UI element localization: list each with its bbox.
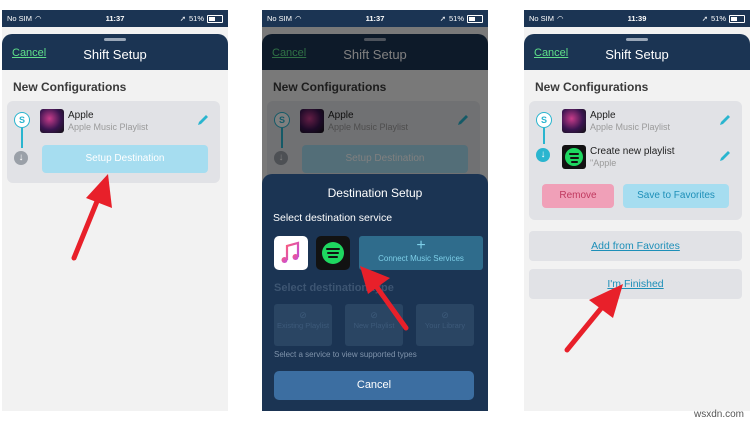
- battery-icon: [467, 14, 483, 23]
- save-to-favorites-button[interactable]: Save to Favorites: [623, 184, 729, 208]
- source-row[interactable]: S Apple Apple Music Playlist: [529, 107, 742, 137]
- apple-music-service-button[interactable]: [274, 236, 308, 270]
- setup-destination-button[interactable]: Setup Destination: [42, 145, 208, 173]
- arrow-down-step-icon: ↓: [536, 148, 550, 162]
- red-arrow-pointer: [71, 174, 112, 261]
- destination-subtitle: "Apple: [590, 158, 617, 168]
- dest-sheet-subtitle: Select destination service: [273, 212, 393, 224]
- type-icon: ⊘: [299, 310, 307, 320]
- configuration-card: S Apple Apple Music Playlist ↓ Create ne…: [529, 101, 742, 220]
- location-icon: ➚: [179, 14, 186, 23]
- playlist-artwork: [40, 109, 64, 133]
- dest-sheet-title: Destination Setup: [327, 186, 423, 200]
- sheet-grabber[interactable]: [104, 38, 126, 41]
- battery-percent: 51%: [188, 14, 204, 23]
- shift-step-icon: S: [536, 112, 552, 128]
- step-connector: [543, 128, 545, 144]
- red-arrow-pointer: [564, 284, 623, 353]
- edit-pencil-icon[interactable]: [718, 113, 732, 127]
- battery-percent: 51%: [448, 14, 464, 23]
- source-title: Apple: [68, 110, 94, 121]
- spotify-icon: [322, 242, 344, 264]
- service-hint: Select a service to view supported types: [274, 350, 417, 359]
- section-title: New Configurations: [13, 80, 127, 94]
- existing-playlist-button: ⊘ Existing Playlist: [274, 304, 332, 346]
- source-subtitle: Apple Music Playlist: [68, 122, 149, 132]
- spotify-artwork: [562, 145, 586, 169]
- page-title: Shift Setup: [605, 47, 669, 62]
- source-row[interactable]: S Apple Apple Music Playlist: [7, 107, 220, 137]
- page-title: Shift Setup: [83, 47, 147, 62]
- screen-destination-setup: No SIM◠ 11:37 ➚51% Cancel Shift Setup Ne…: [262, 10, 488, 411]
- type-label: Your Library: [424, 321, 466, 330]
- apple-music-icon: [281, 241, 300, 263]
- sheet-body: New Configurations S Apple Apple Music P…: [524, 70, 750, 411]
- edit-pencil-icon[interactable]: [718, 149, 732, 163]
- destination-title: Create new playlist: [590, 146, 675, 157]
- spotify-icon: [565, 148, 583, 166]
- source-title: Apple: [590, 110, 616, 121]
- section-title: New Configurations: [535, 80, 649, 94]
- screen-shift-setup-initial: No SIM ◠ 11:37 ➚ 51% Cancel Shift Setup Ne…: [2, 10, 228, 411]
- status-bar: No SIM ◠ 11:39 ➚ 51%: [524, 10, 750, 27]
- plus-icon: +: [416, 237, 426, 254]
- type-icon: ⊘: [441, 310, 449, 320]
- sheet-header: Cancel Shift Setup: [524, 34, 750, 70]
- shift-step-icon: S: [14, 112, 30, 128]
- playlist-artwork: [562, 109, 586, 133]
- arrow-down-step-icon: ↓: [14, 151, 28, 165]
- screen-shift-setup-configured: No SIM ◠ 11:39 ➚ 51% Cancel Shift Setup Ne…: [524, 10, 750, 411]
- battery-icon: [729, 14, 745, 23]
- location-icon: ➚: [701, 14, 708, 23]
- source-subtitle: Apple Music Playlist: [590, 122, 671, 132]
- location-icon: ➚: [439, 14, 446, 23]
- type-label: Existing Playlist: [276, 321, 330, 330]
- status-bar: No SIM ◠ 11:37 ➚ 51%: [2, 10, 228, 27]
- status-bar: No SIM ◠ 11:37 ➚ 51%: [262, 10, 488, 27]
- remove-button[interactable]: Remove: [542, 184, 614, 208]
- sheet-grabber[interactable]: [626, 38, 648, 41]
- sheet-header: Cancel Shift Setup: [2, 34, 228, 70]
- spotify-service-button[interactable]: [316, 236, 350, 270]
- step-connector: [21, 128, 23, 148]
- your-library-button: ⊘ Your Library: [416, 304, 474, 346]
- battery-icon: [207, 14, 223, 23]
- watermark: wsxdn.com: [693, 409, 744, 420]
- edit-pencil-icon[interactable]: [196, 113, 210, 127]
- red-arrow-pointer: [360, 266, 409, 331]
- cancel-button[interactable]: Cancel: [274, 371, 474, 400]
- battery-percent: 51%: [710, 14, 726, 23]
- destination-row[interactable]: ↓ Create new playlist "Apple: [529, 143, 742, 173]
- add-from-favorites-button[interactable]: Add from Favorites: [529, 231, 742, 261]
